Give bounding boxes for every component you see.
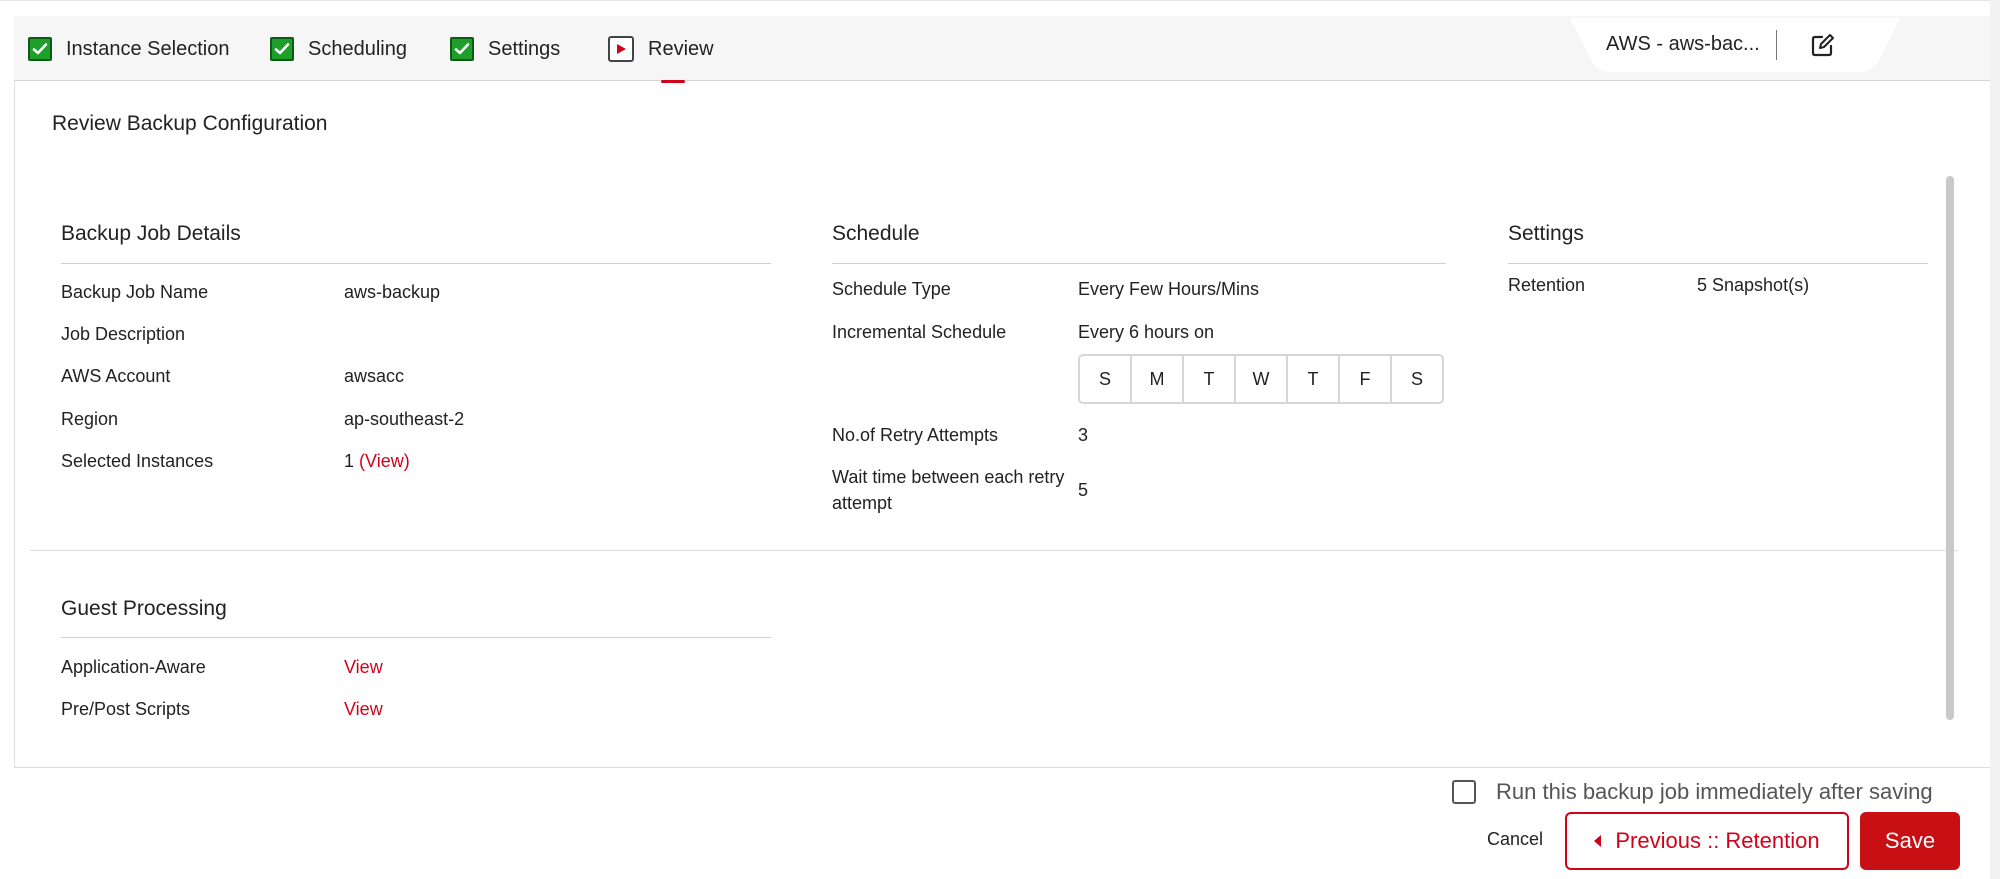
schedule-type-label: Schedule Type [832,279,951,299]
section-rule [832,263,1446,264]
step-instance-selection[interactable]: Instance Selection [28,34,229,64]
run-immediately-label: Run this backup job immediately after sa… [1496,779,1933,804]
pre-post-scripts-label: Pre/Post Scripts [61,699,191,719]
cancel-button[interactable]: Cancel [1487,829,1543,850]
active-step-indicator [661,80,685,83]
step-scheduling[interactable]: Scheduling [270,34,407,64]
step-label: Scheduling [308,37,407,60]
separator [1776,30,1777,60]
day-saturday: S [1410,368,1423,389]
selected-instances-count: 1 [344,451,355,471]
check-icon [450,37,474,61]
retry-attempts-value: 3 [1078,425,1089,445]
edit-icon[interactable] [1810,32,1836,58]
section-divider [30,550,1958,551]
backup-job-details-title: Backup Job Details [61,222,241,245]
previous-button[interactable]: Previous :: Retention [1565,812,1849,870]
content-scrollbar[interactable] [1946,176,1954,720]
pre-post-scripts-view-link[interactable]: View [344,696,383,722]
check-icon [270,37,294,61]
schedule-title: Schedule [832,222,920,245]
job-name-label: AWS - aws-bac... [1606,33,1760,55]
day-tuesday: T [1184,356,1236,402]
job-name-tab: AWS - aws-bac... [1570,18,1902,72]
backup-job-name-value: aws-backup [344,282,441,302]
backup-job-name-label: Backup Job Name [61,282,209,302]
selected-instances-value: 1 (View) [344,448,410,474]
retention-label: Retention [1508,275,1586,295]
region-label: Region [61,409,119,429]
settings-title: Settings [1508,222,1584,245]
page-scrollbar[interactable] [1990,0,2000,879]
save-button[interactable]: Save [1860,812,1960,870]
guest-processing-title: Guest Processing [61,597,227,620]
incremental-schedule-label: Incremental Schedule [832,322,1007,342]
day-monday: M [1132,356,1184,402]
section-rule [61,263,771,264]
selected-instances-label: Selected Instances [61,451,214,471]
day-friday: F [1340,356,1392,402]
aws-account-label: AWS Account [61,366,171,386]
weekday-selector: S M T W T F S [1078,354,1444,404]
wait-time-value: 5 [1078,480,1089,500]
step-label: Review [648,37,714,60]
run-immediately-checkbox[interactable] [1452,780,1476,804]
job-description-label: Job Description [61,324,186,344]
incremental-schedule-value: Every 6 hours on [1078,322,1215,342]
application-aware-label: Application-Aware [61,657,206,677]
schedule-type-value: Every Few Hours/Mins [1078,279,1260,299]
section-rule [61,637,771,638]
step-review[interactable]: Review [608,34,714,64]
region-value: ap-southeast-2 [344,409,465,429]
top-border [0,0,2000,1]
retention-value: 5 Snapshot(s) [1697,275,1810,295]
day-sunday: S [1080,356,1132,402]
wait-time-label: Wait time between each retry attempt [832,467,1065,513]
step-label: Instance Selection [66,37,230,60]
caret-left-icon [1594,835,1602,847]
play-icon [608,36,634,62]
page-title: Review Backup Configuration [52,112,328,135]
previous-button-label: Previous :: Retention [1615,828,1820,853]
section-rule [1508,263,1928,264]
day-thursday: T [1288,356,1340,402]
check-icon [28,37,52,61]
aws-account-value: awsacc [344,366,405,386]
step-label: Settings [488,37,561,60]
day-wednesday: W [1236,356,1288,402]
application-aware-view-link[interactable]: View [344,654,383,680]
retry-attempts-label: No.of Retry Attempts [832,425,999,445]
view-instances-link[interactable]: (View) [359,451,410,471]
step-settings[interactable]: Settings [450,34,560,64]
